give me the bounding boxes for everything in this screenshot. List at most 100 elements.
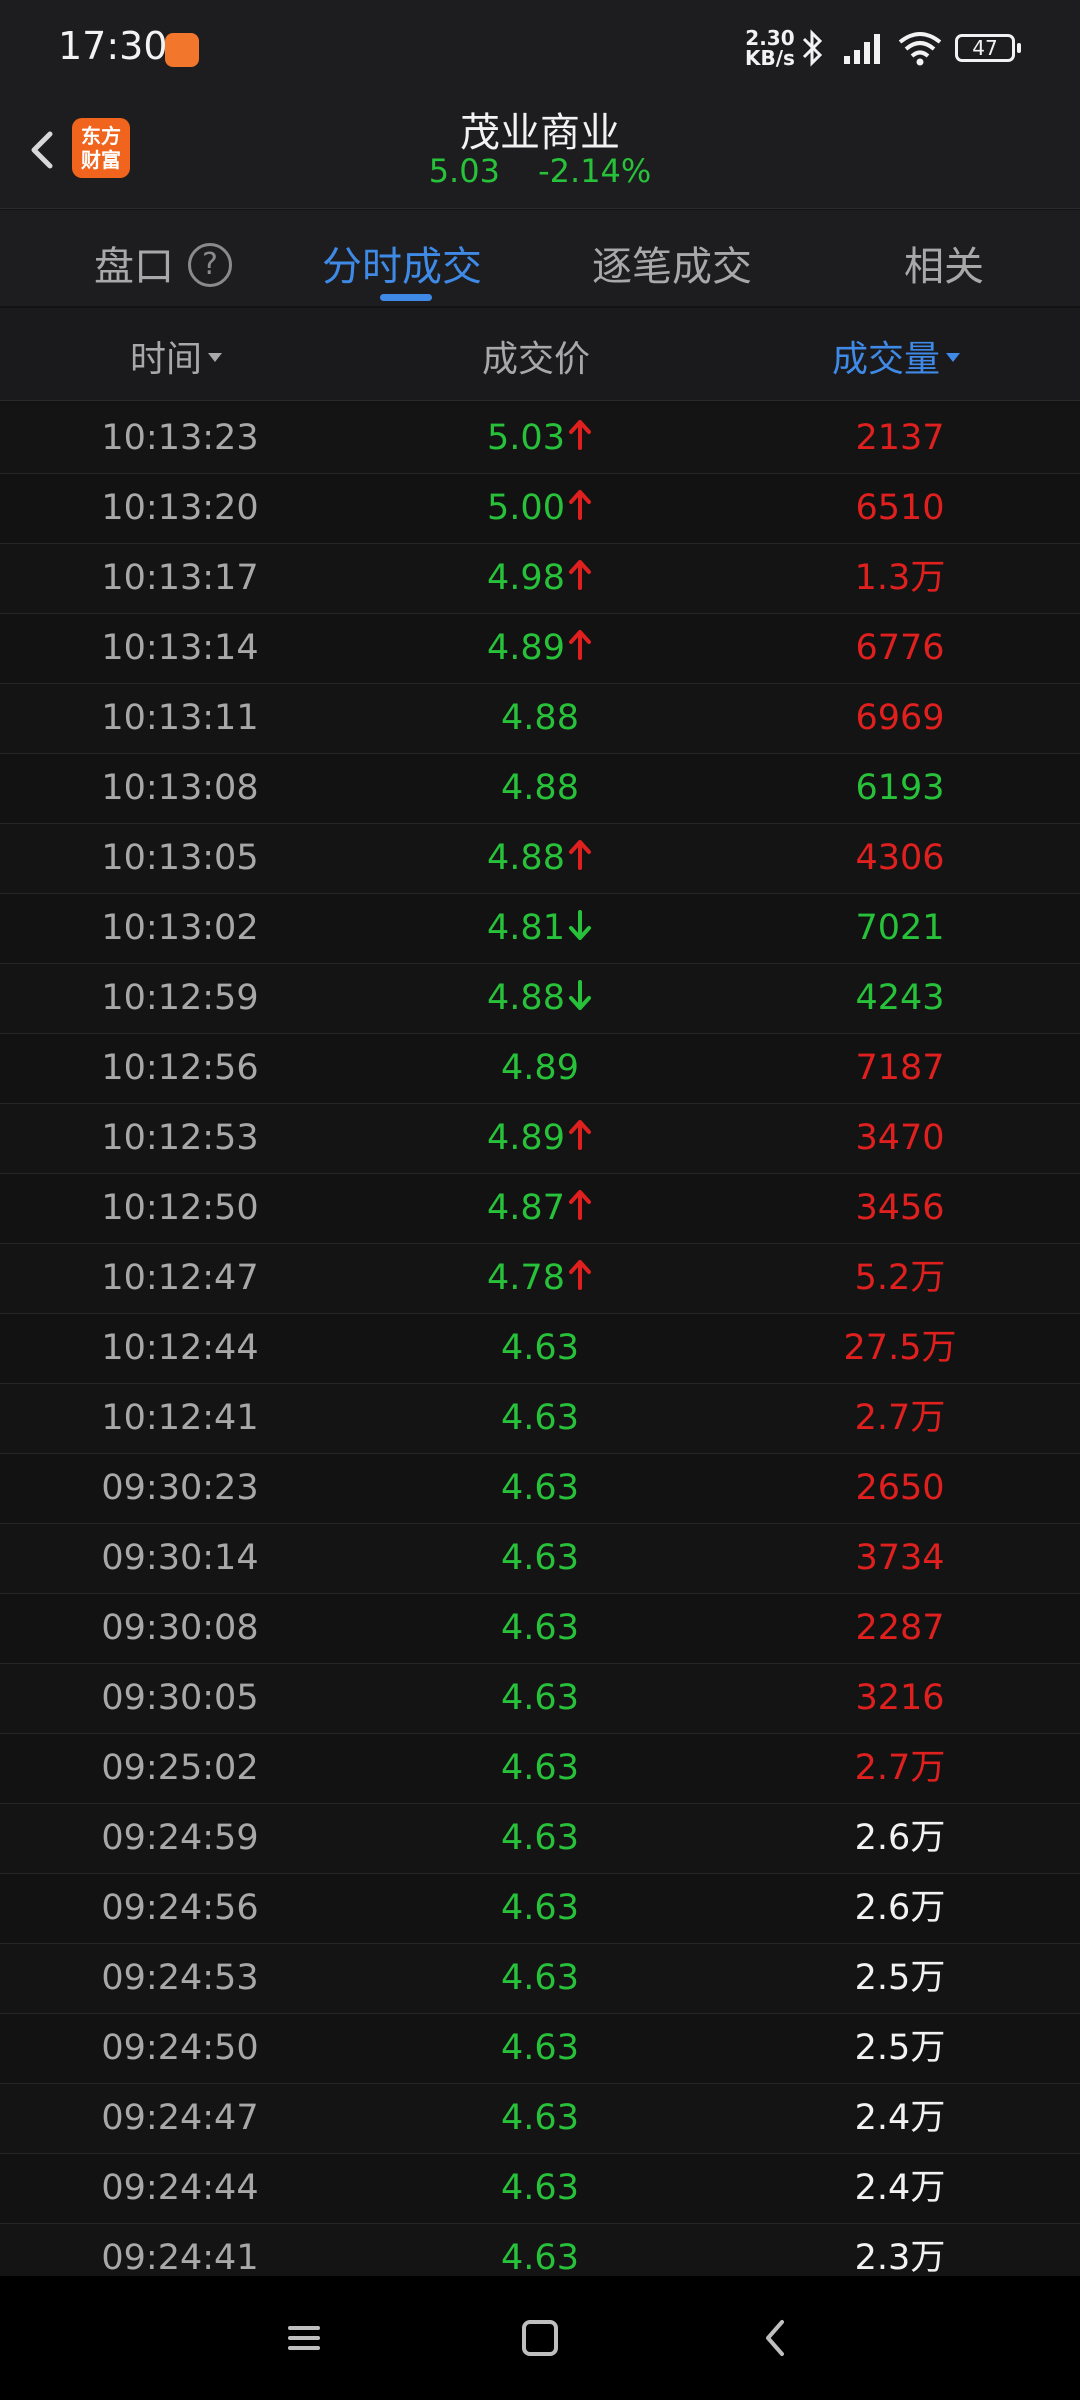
column-price: 成交价: [482, 330, 590, 382]
table-row[interactable]: 10:12:41 4.63 2.7万: [0, 1384, 1080, 1454]
table-row[interactable]: 09:24:53 4.63 2.5万: [0, 1944, 1080, 2014]
tab-tick-trades[interactable]: 逐笔成交: [592, 234, 752, 292]
tab-label: 相关: [904, 244, 984, 290]
battery-indicator: 47: [955, 34, 1021, 62]
trade-price-cell: 4.88: [440, 964, 640, 1033]
trade-price-cell: 5.03: [440, 404, 640, 473]
trade-time: 09:24:44: [101, 2168, 259, 2208]
trade-volume: 4243: [855, 978, 945, 1018]
table-row[interactable]: 09:24:59 4.63 2.6万: [0, 1804, 1080, 1874]
tab-related[interactable]: 相关: [904, 234, 984, 292]
active-tab-indicator: [380, 294, 432, 301]
trades-list[interactable]: 10:13:23 5.03 2137 10:13:20 5.00 6510 10:13:17…: [0, 404, 1080, 2294]
trade-price-cell: 4.63: [440, 1314, 640, 1383]
trade-volume: 2.7万: [854, 1398, 946, 1438]
table-row[interactable]: 09:30:05 4.63 3216: [0, 1664, 1080, 1734]
trade-time: 09:25:02: [101, 1748, 259, 1788]
network-speed-value: 2.30: [745, 26, 795, 50]
trade-price: 4.63: [501, 2168, 579, 2208]
signal-icon: [844, 34, 880, 64]
trade-volume: 7187: [855, 1048, 945, 1088]
trade-price-cell: 4.63: [440, 1804, 640, 1873]
trade-time: 09:24:47: [101, 2098, 259, 2138]
column-time-sort[interactable]: 时间: [130, 330, 223, 382]
trade-price-cell: 4.63: [440, 1594, 640, 1663]
trade-volume: 27.5万: [843, 1328, 957, 1368]
table-row[interactable]: 09:24:47 4.63 2.4万: [0, 2084, 1080, 2154]
table-row[interactable]: 10:12:59 4.88 4243: [0, 964, 1080, 1034]
table-row[interactable]: 09:25:02 4.63 2.7万: [0, 1734, 1080, 1804]
trade-price: 4.63: [501, 1608, 579, 1648]
table-row[interactable]: 10:13:14 4.89 6776: [0, 614, 1080, 684]
trade-price: 4.63: [501, 1328, 579, 1368]
trade-price: 4.63: [501, 1958, 579, 1998]
table-row[interactable]: 10:13:23 5.03 2137: [0, 404, 1080, 474]
table-row[interactable]: 09:30:23 4.63 2650: [0, 1454, 1080, 1524]
stock-price: 5.03: [428, 152, 500, 190]
table-row[interactable]: 09:24:44 4.63 2.4万: [0, 2154, 1080, 2224]
table-row[interactable]: 10:13:17 4.98 1.3万: [0, 544, 1080, 614]
trade-volume: 2.6万: [854, 1818, 946, 1858]
arrow-up-icon: [568, 1120, 591, 1150]
trade-price: 4.88: [501, 698, 579, 738]
arrow-up-icon: [568, 630, 591, 660]
stock-header: 东方 财富 茂业商业 5.03 -2.14%: [0, 100, 1080, 209]
tab-order-book[interactable]: 盘口?: [94, 234, 232, 292]
column-volume-sort[interactable]: 成交量: [832, 330, 961, 382]
table-row[interactable]: 10:12:50 4.87 3456: [0, 1174, 1080, 1244]
table-row[interactable]: 10:12:56 4.89 7187: [0, 1034, 1080, 1104]
table-row[interactable]: 10:13:05 4.88 4306: [0, 824, 1080, 894]
app-notification-icon: [165, 33, 199, 67]
trade-price-cell: 4.63: [440, 1384, 640, 1453]
trade-price: 4.88: [501, 768, 579, 808]
table-row[interactable]: 09:30:14 4.63 3734: [0, 1524, 1080, 1594]
table-row[interactable]: 10:12:44 4.63 27.5万: [0, 1314, 1080, 1384]
trade-volume: 1.3万: [854, 558, 946, 598]
trade-time: 10:13:08: [101, 768, 259, 808]
trade-volume: 3470: [855, 1118, 945, 1158]
home-icon[interactable]: [516, 2314, 564, 2362]
table-row[interactable]: 10:13:11 4.88 6969: [0, 684, 1080, 754]
trade-price: 5.03: [487, 418, 565, 458]
trade-time: 10:13:02: [101, 908, 259, 948]
table-row[interactable]: 09:30:08 4.63 2287: [0, 1594, 1080, 1664]
table-row[interactable]: 10:13:08 4.88 6193: [0, 754, 1080, 824]
trade-price-cell: 4.81: [440, 894, 640, 963]
trade-volume: 3216: [855, 1678, 945, 1718]
table-row[interactable]: 10:13:20 5.00 6510: [0, 474, 1080, 544]
trade-volume: 3456: [855, 1188, 945, 1228]
trade-price-cell: 4.88: [440, 754, 640, 823]
trade-price-cell: 4.88: [440, 824, 640, 893]
trade-time: 10:12:41: [101, 1398, 259, 1438]
back-icon[interactable]: [752, 2314, 800, 2362]
table-row[interactable]: 09:24:50 4.63 2.5万: [0, 2014, 1080, 2084]
arrow-up-icon: [568, 420, 591, 450]
trade-volume: 2.4万: [854, 2098, 946, 2138]
trade-price-cell: 4.88: [440, 684, 640, 753]
arrow-down-icon: [568, 980, 591, 1010]
trade-volume: 2137: [855, 418, 945, 458]
trade-price: 4.63: [501, 1748, 579, 1788]
menu-icon[interactable]: [280, 2314, 328, 2362]
table-row[interactable]: 09:24:56 4.63 2.6万: [0, 1874, 1080, 1944]
trade-time: 10:12:47: [101, 1258, 259, 1298]
column-price-label: 成交价: [482, 339, 591, 380]
table-row[interactable]: 10:12:53 4.89 3470: [0, 1104, 1080, 1174]
trade-price-cell: 4.98: [440, 544, 640, 613]
trade-time: 10:13:05: [101, 838, 259, 878]
trade-price-cell: 4.87: [440, 1174, 640, 1243]
trade-volume: 2.5万: [854, 1958, 946, 1998]
trade-price-cell: 4.89: [440, 1034, 640, 1103]
table-row[interactable]: 10:12:47 4.78 5.2万: [0, 1244, 1080, 1314]
trade-price: 5.00: [487, 488, 565, 528]
help-icon[interactable]: ?: [188, 243, 232, 287]
trade-price-cell: 4.63: [440, 1524, 640, 1593]
tab-time-trades[interactable]: 分时成交: [322, 234, 482, 292]
tab-bar: 盘口? 分时成交 逐笔成交 相关: [0, 210, 1080, 306]
trade-price: 4.63: [501, 1398, 579, 1438]
trade-time: 10:13:23: [101, 418, 259, 458]
trade-time: 10:13:20: [101, 488, 259, 528]
table-row[interactable]: 10:13:02 4.81 7021: [0, 894, 1080, 964]
trade-price-cell: 4.63: [440, 1944, 640, 2013]
network-speed: 2.30 KB/s: [745, 28, 795, 68]
